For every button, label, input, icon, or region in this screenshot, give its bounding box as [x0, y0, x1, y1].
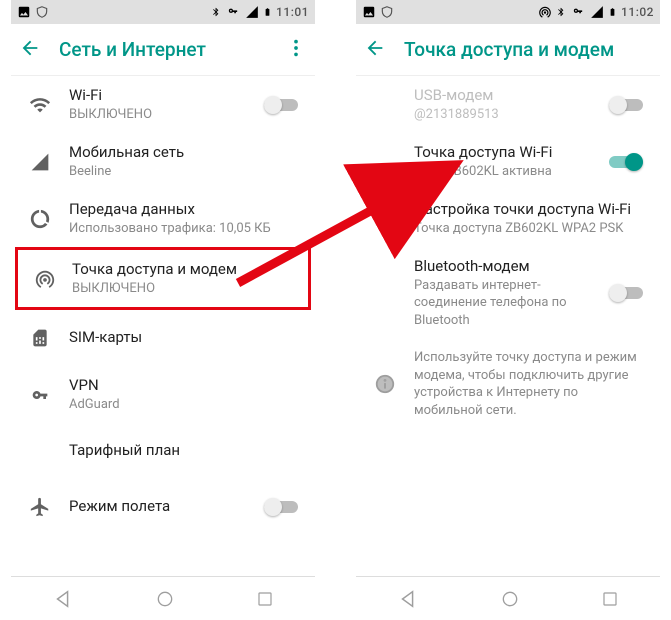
row-wifi-hotspot[interactable]: Точка доступа Wi-Fi Сеть ZB602KL активна: [356, 133, 660, 190]
row-airplane[interactable]: Режим полета: [11, 479, 315, 535]
nav-bar: [11, 576, 315, 620]
row-title: Wi-Fi: [69, 86, 261, 106]
nav-recents-icon[interactable]: [256, 590, 274, 608]
nav-recents-icon[interactable]: [601, 590, 619, 608]
row-bt-tether[interactable]: Bluetooth-модем Раздавать интернет-соеди…: [356, 247, 660, 339]
usb-switch: [609, 95, 643, 115]
info-text: Используйте точку доступа и режим модема…: [414, 349, 646, 419]
key-icon: [570, 7, 586, 17]
row-sub: Раздавать интернет-соединение телефона п…: [414, 277, 606, 330]
signal-icon: [590, 5, 604, 19]
back-button[interactable]: [364, 37, 386, 63]
key-icon: [225, 7, 241, 17]
nav-home-icon[interactable]: [500, 589, 520, 609]
signal-icon: [30, 152, 50, 172]
battery-icon: [263, 5, 272, 19]
row-title: Bluetooth-модем: [414, 257, 606, 277]
wifi-hotspot-switch[interactable]: [609, 152, 643, 172]
hotspot-icon: [538, 5, 552, 19]
row-wifi[interactable]: Wi-Fi ВЫКЛЮЧЕНО: [11, 76, 315, 133]
nav-back-icon[interactable]: [397, 588, 419, 610]
bt-switch[interactable]: [609, 283, 643, 303]
row-sub: Сеть ZB602KL активна: [414, 163, 606, 181]
row-info: Используйте точку доступа и режим модема…: [356, 339, 660, 429]
nav-bar: [356, 576, 660, 620]
row-hotspot-settings[interactable]: Настройка точки доступа Wi-Fi Точка дост…: [356, 190, 660, 247]
nav-back-icon[interactable]: [52, 588, 74, 610]
row-title: Мобильная сеть: [69, 143, 301, 163]
row-usb-tether: USB-модем @2131889513: [356, 76, 660, 133]
row-data-usage[interactable]: Передача данных Использовано трафика: 10…: [11, 190, 315, 247]
clock: 11:02: [621, 5, 654, 19]
row-sub: AdGuard: [69, 396, 301, 414]
sim-icon: [30, 327, 50, 349]
row-title: Тарифный план: [69, 441, 301, 461]
row-sub: Точка доступа ZB602KL WPA2 PSK: [414, 220, 646, 238]
appbar-title: Сеть и Интернет: [59, 38, 267, 61]
image-icon: [17, 5, 31, 19]
row-sub: ВЫКЛЮЧЕНО: [69, 106, 261, 124]
bluetooth-icon: [211, 5, 221, 19]
row-vpn[interactable]: VPN AdGuard: [11, 366, 315, 423]
shield-icon: [380, 5, 394, 19]
row-title: Точка доступа Wi-Fi: [414, 143, 606, 163]
phone-right: 11:02 Точка доступа и модем USB-модем @2…: [356, 0, 660, 620]
airplane-switch[interactable]: [264, 497, 298, 517]
wifi-switch[interactable]: [264, 95, 298, 115]
row-title: Передача данных: [69, 200, 301, 220]
data-usage-icon: [29, 208, 51, 230]
vpn-key-icon: [28, 387, 52, 403]
battery-icon: [608, 5, 617, 19]
row-mobile-network[interactable]: Мобильная сеть Beeline: [11, 133, 315, 190]
hotspot-icon: [34, 268, 56, 290]
appbar-title: Точка доступа и модем: [404, 38, 652, 61]
row-sub: Использовано трафика: 10,05 КБ: [69, 220, 301, 238]
row-sub: Beeline: [69, 163, 301, 181]
nav-home-icon[interactable]: [155, 589, 175, 609]
appbar: Точка доступа и модем: [356, 24, 660, 76]
clock: 11:01: [276, 5, 309, 19]
row-title: USB-модем: [414, 86, 606, 106]
row-title: Точка доступа и модем: [72, 260, 294, 280]
airplane-icon: [29, 496, 51, 518]
row-title: VPN: [69, 376, 301, 396]
overflow-button[interactable]: [285, 37, 307, 63]
row-title: SIM-карты: [69, 328, 301, 348]
row-title: Режим полета: [69, 497, 261, 517]
row-sim-cards[interactable]: SIM-карты: [11, 310, 315, 366]
row-title: Настройка точки доступа Wi-Fi: [414, 200, 646, 220]
row-sub: @2131889513: [414, 106, 606, 124]
settings-list: Wi-Fi ВЫКЛЮЧЕНО Мобильная сеть Beeline П…: [11, 76, 315, 576]
settings-list: USB-модем @2131889513 Точка доступа Wi-F…: [356, 76, 660, 576]
phone-left: 11:01 Сеть и Интернет Wi-Fi ВЫКЛЮЧЕНО Мо…: [11, 0, 315, 620]
row-sub: ВЫКЛЮЧЕНО: [72, 280, 294, 298]
bluetooth-icon: [556, 5, 566, 19]
status-bar: 11:01: [11, 0, 315, 24]
signal-icon: [245, 5, 259, 19]
shield-icon: [35, 5, 49, 19]
row-hotspot-tethering[interactable]: Точка доступа и модем ВЫКЛЮЧЕНО: [15, 247, 311, 310]
row-plan[interactable]: Тарифный план: [11, 423, 315, 479]
status-bar: 11:02: [356, 0, 660, 24]
wifi-icon: [29, 94, 51, 116]
appbar: Сеть и Интернет: [11, 24, 315, 76]
image-icon: [362, 5, 376, 19]
info-icon: [374, 373, 396, 395]
back-button[interactable]: [19, 37, 41, 63]
